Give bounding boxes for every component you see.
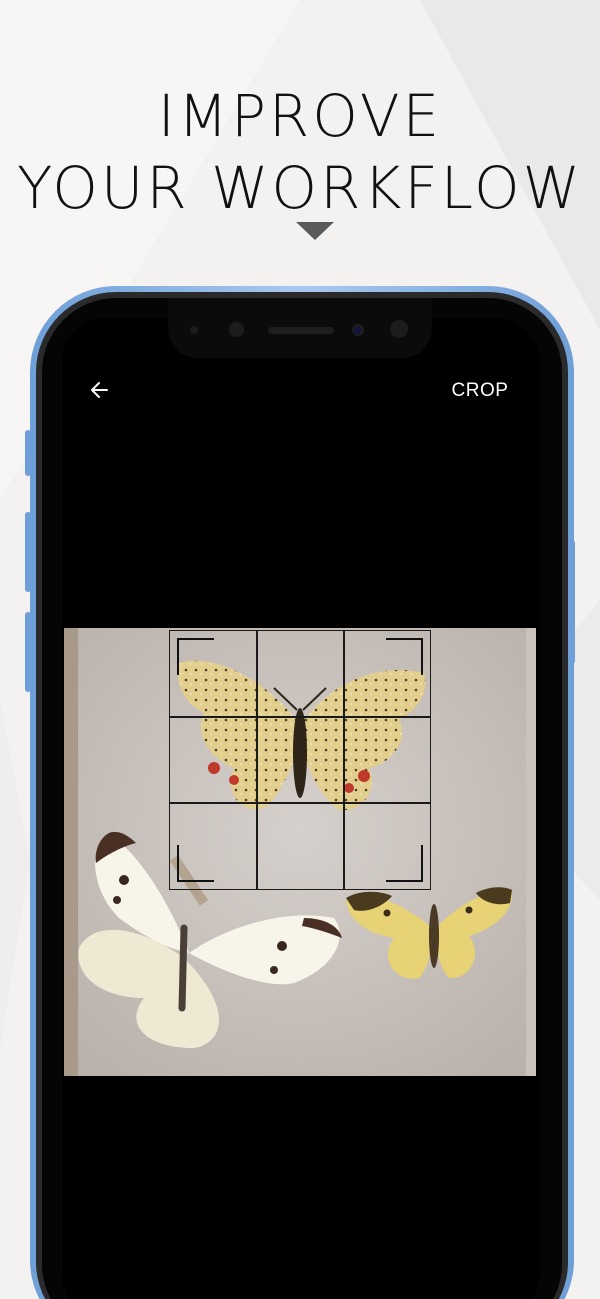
crop-button[interactable]: CROP	[444, 380, 516, 404]
crop-frame[interactable]	[169, 630, 431, 890]
phone-volume-down-button	[25, 612, 31, 692]
back-button[interactable]	[88, 378, 112, 402]
sensor-icon	[229, 322, 244, 337]
arrow-left-icon	[91, 382, 108, 398]
phone-power-button	[569, 540, 575, 664]
headline-line-2: YOUR WORKFLOW	[16, 154, 584, 222]
down-arrow-icon	[296, 222, 334, 240]
proximity-sensor-icon	[190, 326, 198, 334]
phone-side-button	[25, 430, 31, 476]
speaker-grille	[268, 327, 334, 334]
phone-volume-up-button	[25, 512, 31, 592]
crop-corner-handles[interactable]	[169, 630, 431, 890]
headline: IMPROVE YOUR WORKFLOW	[0, 80, 600, 224]
face-id-sensor-icon	[390, 320, 408, 338]
front-camera-icon	[352, 324, 364, 336]
headline-line-1: IMPROVE	[157, 82, 443, 150]
